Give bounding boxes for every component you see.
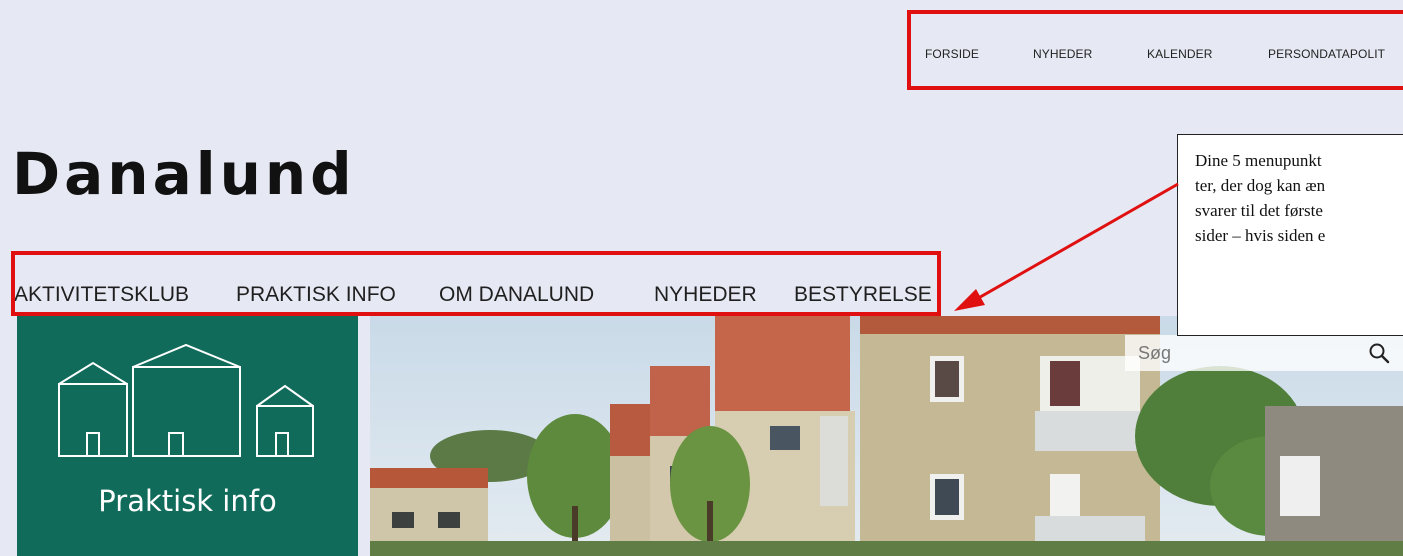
annotation-arrow <box>954 182 1179 311</box>
